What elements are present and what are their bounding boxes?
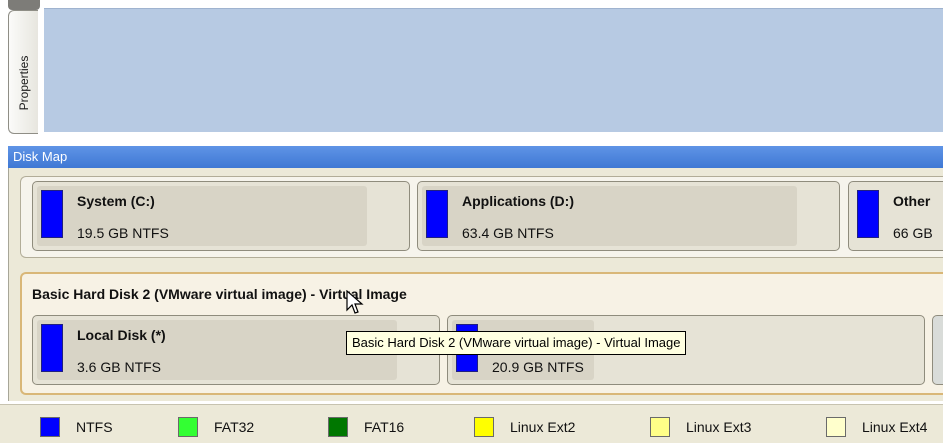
partition-other[interactable]: Other 66 GB [848, 181, 943, 251]
ntfs-color-swatch [41, 324, 63, 372]
legend-swatch [40, 417, 60, 437]
legend-swatch [474, 417, 494, 437]
legend-label: FAT32 [214, 419, 255, 435]
legend-label: FAT16 [364, 419, 405, 435]
file-system-legend: NTFS FAT32 FAT16 Linux Ext2 Linux Ext3 L… [0, 404, 943, 443]
disk-map-header: Disk Map [8, 146, 943, 168]
partition-size: 19.5 GB NTFS [77, 225, 169, 241]
tab-properties-label: Properties [17, 55, 31, 111]
legend-label: Linux Ext2 [510, 419, 576, 435]
partition-size: 63.4 GB NTFS [462, 225, 554, 241]
ntfs-color-swatch [426, 190, 448, 238]
partition-name: Local Disk (*) [77, 327, 166, 343]
partition-size: 3.6 GB NTFS [77, 359, 162, 375]
legend-swatch [650, 417, 670, 437]
legend-swatch [178, 417, 198, 437]
mouse-cursor-icon [346, 290, 364, 314]
disk-tooltip: Basic Hard Disk 2 (VMware virtual image)… [346, 331, 687, 355]
partition-3[interactable] [932, 315, 943, 385]
legend-label: Linux Ext4 [862, 419, 928, 435]
partition-applications-d[interactable]: Applications (D:) 63.4 GB NTFS [417, 181, 840, 251]
partition-size: 20.9 GB NTFS [492, 359, 584, 375]
legend-label: NTFS [76, 419, 113, 435]
partition-name: System (C:) [77, 193, 155, 209]
partition-name: Other [893, 193, 931, 209]
ntfs-color-swatch [41, 190, 63, 238]
ntfs-color-swatch [857, 190, 879, 238]
partition-name: Applications (D:) [462, 193, 574, 209]
tab-strip-corner [8, 0, 40, 10]
side-tab-strip: Properties [0, 0, 44, 140]
legend-swatch [826, 417, 846, 437]
properties-pane [44, 8, 943, 132]
tab-properties[interactable]: Properties [8, 10, 38, 134]
legend-swatch [328, 417, 348, 437]
partition-system-c[interactable]: System (C:) 19.5 GB NTFS [32, 181, 410, 251]
partition-size: 66 GB [893, 225, 933, 241]
legend-label: Linux Ext3 [686, 419, 752, 435]
